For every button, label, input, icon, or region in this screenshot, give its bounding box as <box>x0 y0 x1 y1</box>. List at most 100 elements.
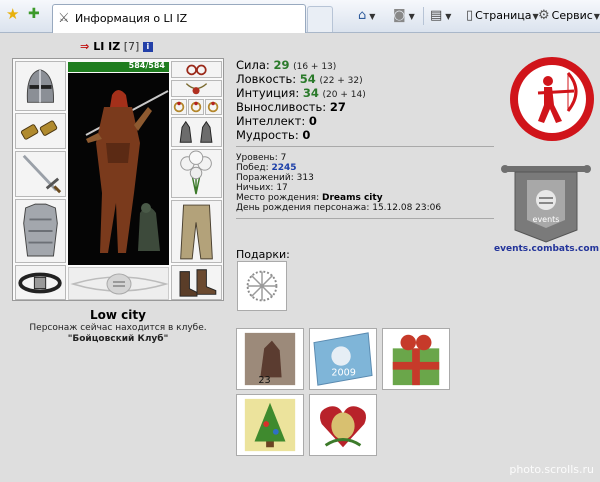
bracers-icon <box>20 120 58 140</box>
character-level: [7] <box>123 40 140 53</box>
gift-snowflake[interactable] <box>237 261 287 311</box>
info-birthplace: Место рождения: Dreams city <box>236 193 383 203</box>
swords-icon: ⚔ <box>58 11 70 26</box>
ring-icon <box>190 101 202 113</box>
pants-icon <box>180 204 213 260</box>
character-equipment-frame: 584/584 <box>12 58 224 301</box>
add-favorites-icon[interactable]: ✚ <box>28 6 44 22</box>
rss-icon: ◙ <box>393 8 406 23</box>
giftbox-icon <box>392 334 440 386</box>
flowers-icon <box>180 150 212 195</box>
christmas-tree-icon <box>244 398 296 452</box>
boots-slot[interactable] <box>171 265 222 300</box>
gloves-icon <box>179 120 213 143</box>
stat-endurance: Выносливость: 27 <box>236 100 346 114</box>
snowflake-icon <box>246 270 278 302</box>
chevron-down-icon: ▼ <box>445 12 452 21</box>
warrior-image <box>68 73 169 265</box>
archer-emblem-icon <box>510 57 594 141</box>
club-emblem-icon <box>70 273 169 295</box>
rss-button[interactable]: ◙ ▼ <box>393 7 415 25</box>
gift-2009-card[interactable]: 2009 <box>309 328 377 390</box>
sword-icon <box>22 154 62 194</box>
tab-title: Информация о LI IZ <box>75 12 188 25</box>
ring-slot-2[interactable] <box>188 99 204 115</box>
events-link[interactable]: events.combats.com <box>494 244 599 254</box>
gear-icon: ⚙ <box>538 8 550 23</box>
stat-bonus: (20 + 14) <box>322 90 366 100</box>
amulet-slot[interactable] <box>171 80 222 97</box>
flowers-slot[interactable] <box>171 149 222 198</box>
ring-slot-3[interactable] <box>205 99 222 115</box>
boots-icon <box>179 269 217 297</box>
clan-emblem[interactable] <box>508 55 596 143</box>
stat-wisdom: Мудрость: 0 <box>236 128 311 142</box>
hp-value: 584/584 <box>128 61 165 70</box>
earring-icon <box>186 64 207 76</box>
events-emblem[interactable]: events <box>497 160 595 245</box>
gifts-label: Подарки: <box>236 248 290 261</box>
info-birthday: День рождения персонажа: 15.12.08 23:06 <box>236 203 442 213</box>
gift-heart[interactable] <box>309 394 377 456</box>
service-menu-label: Сервис <box>551 9 593 22</box>
character-portrait[interactable] <box>68 73 169 265</box>
new-year-card-icon: 2009 <box>313 332 373 386</box>
browser-tabbar: ★ ✚ ⚔ Информация о LI IZ ⌂ ▼ ◙ ▼ ▤ ▼ ▯ Стран… <box>0 0 600 33</box>
knight-card-icon: 23 <box>244 332 296 386</box>
events-badge-text: events <box>533 215 560 224</box>
chevron-down-icon: ▼ <box>593 12 600 21</box>
helmet-slot[interactable] <box>15 61 66 111</box>
favorites-star-icon[interactable]: ★ <box>6 6 22 22</box>
chevron-down-icon: ▼ <box>369 12 376 21</box>
bracers-slot[interactable] <box>15 113 66 149</box>
page-menu[interactable]: ▯ Страница▼ <box>466 7 539 25</box>
gift-giftbox[interactable] <box>382 328 450 390</box>
earring-slot[interactable] <box>171 61 222 78</box>
browser-tab[interactable]: ⚔ Информация о LI IZ <box>52 4 306 33</box>
stat-agility: Ловкость: 54 (22 + 32) <box>236 72 363 86</box>
character-name-line: ⇒ LI IZ [7] i <box>80 40 153 53</box>
ring-slot-1[interactable] <box>171 99 187 115</box>
watermark: photo.scrolls.ru <box>509 463 594 476</box>
sword-slot[interactable] <box>15 151 66 197</box>
belt-slot[interactable] <box>15 265 66 300</box>
info-losses: Поражений: 313 <box>236 173 314 183</box>
service-menu[interactable]: ⚙ Сервис▼ <box>538 7 600 25</box>
svg-text:2009: 2009 <box>331 367 356 378</box>
hp-bar: 584/584 <box>68 61 169 72</box>
gift-christmas-tree[interactable] <box>236 394 304 456</box>
heart-icon <box>319 406 367 448</box>
svg-text:23: 23 <box>258 375 270 386</box>
club-logo <box>68 267 169 300</box>
character-location: Low city <box>90 308 146 322</box>
info-draws: Ничьих: 17 <box>236 183 288 193</box>
stat-value: 34 <box>302 86 319 100</box>
divider <box>236 146 494 147</box>
club-status: Персонаж сейчас находится в клубе. "Бойц… <box>12 323 224 345</box>
home-icon: ⌂ <box>358 8 367 23</box>
pants-slot[interactable] <box>171 200 222 263</box>
stats-list: Сила: 29 (16 + 13) Ловкость: 54 (22 + 32… <box>236 58 496 142</box>
stat-intuition: Интуиция: 34 (20 + 14) <box>236 86 366 100</box>
gift-knight-card[interactable]: 23 <box>236 328 304 390</box>
print-icon: ▤ <box>430 8 443 23</box>
club-name: "Бойцовский Клуб" <box>67 334 169 344</box>
armor-slot[interactable] <box>15 199 66 263</box>
events-banner-icon: events <box>501 165 591 243</box>
helmet-icon <box>26 69 54 103</box>
stat-value: 0 <box>302 128 311 142</box>
stat-intellect: Интеллект: 0 <box>236 114 317 128</box>
home-button[interactable]: ⌂ ▼ <box>358 7 375 25</box>
private-message-icon[interactable]: ⇒ <box>80 40 89 53</box>
new-tab-button[interactable] <box>307 6 333 32</box>
ring-icon <box>207 101 219 113</box>
stat-strength: Сила: 29 (16 + 13) <box>236 58 337 72</box>
gloves-slot[interactable] <box>171 117 222 147</box>
divider <box>236 218 494 219</box>
stat-value: 54 <box>299 72 316 86</box>
stat-value: 27 <box>329 100 346 114</box>
info-wins: Побед: 2245 <box>236 163 297 173</box>
info-icon[interactable]: i <box>142 42 153 52</box>
print-button[interactable]: ▤ ▼ <box>430 7 451 25</box>
character-name[interactable]: LI IZ <box>93 40 120 53</box>
